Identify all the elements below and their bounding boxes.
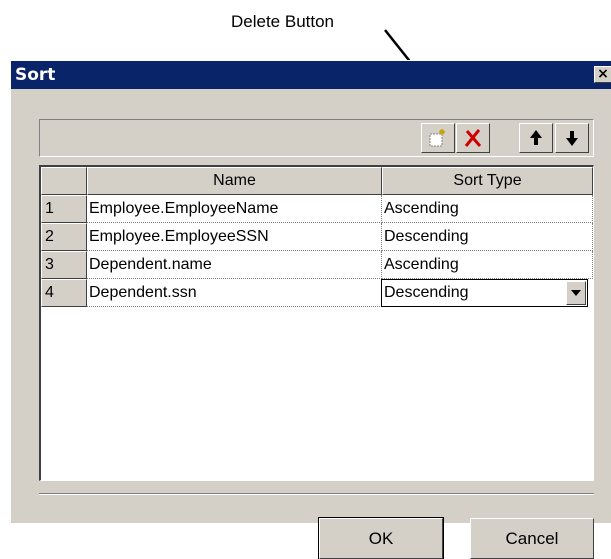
ok-button[interactable]: OK (318, 517, 444, 559)
sort-type-dropdown-value: Descending (384, 284, 469, 301)
row-number[interactable]: 2 (41, 223, 87, 251)
name-cell[interactable]: Employee.EmployeeSSN (87, 223, 382, 251)
dropdown-arrow-button[interactable] (566, 281, 586, 305)
column-header-name[interactable]: Name (87, 167, 382, 195)
sort-type-cell[interactable]: Ascending (382, 195, 593, 223)
sort-dialog: Sort × Name Sort Type 1 Employee.Employe… (10, 60, 611, 559)
move-up-button[interactable] (519, 123, 553, 153)
red-x-icon (464, 129, 482, 147)
name-cell[interactable]: Dependent.ssn (87, 279, 382, 307)
dialog-title: Sort (15, 65, 56, 85)
move-down-button[interactable] (555, 123, 589, 153)
cancel-button[interactable]: Cancel (470, 518, 594, 559)
new-sparkle-icon (429, 129, 445, 147)
separator (39, 493, 594, 495)
sort-grid: Name Sort Type 1 Employee.EmployeeName A… (39, 165, 594, 481)
arrow-up-icon (530, 130, 542, 145)
title-bar: Sort × (11, 61, 611, 89)
row-number[interactable]: 3 (41, 251, 87, 279)
sort-type-cell[interactable]: Ascending (382, 251, 593, 279)
arrow-down-icon (566, 131, 578, 146)
name-cell[interactable]: Employee.EmployeeName (87, 195, 382, 223)
row-number[interactable]: 4 (41, 279, 87, 307)
sort-toolbar (39, 119, 594, 157)
new-row-button[interactable] (421, 123, 455, 153)
delete-button[interactable] (456, 123, 490, 153)
sort-type-dropdown[interactable]: Descending (381, 279, 588, 307)
grid-corner-header (41, 167, 87, 195)
sort-type-cell[interactable]: Descending (382, 223, 593, 251)
column-header-sort-type[interactable]: Sort Type (382, 167, 593, 195)
close-button[interactable]: × (594, 66, 611, 83)
row-number[interactable]: 1 (41, 195, 87, 223)
name-cell[interactable]: Dependent.name (87, 251, 382, 279)
